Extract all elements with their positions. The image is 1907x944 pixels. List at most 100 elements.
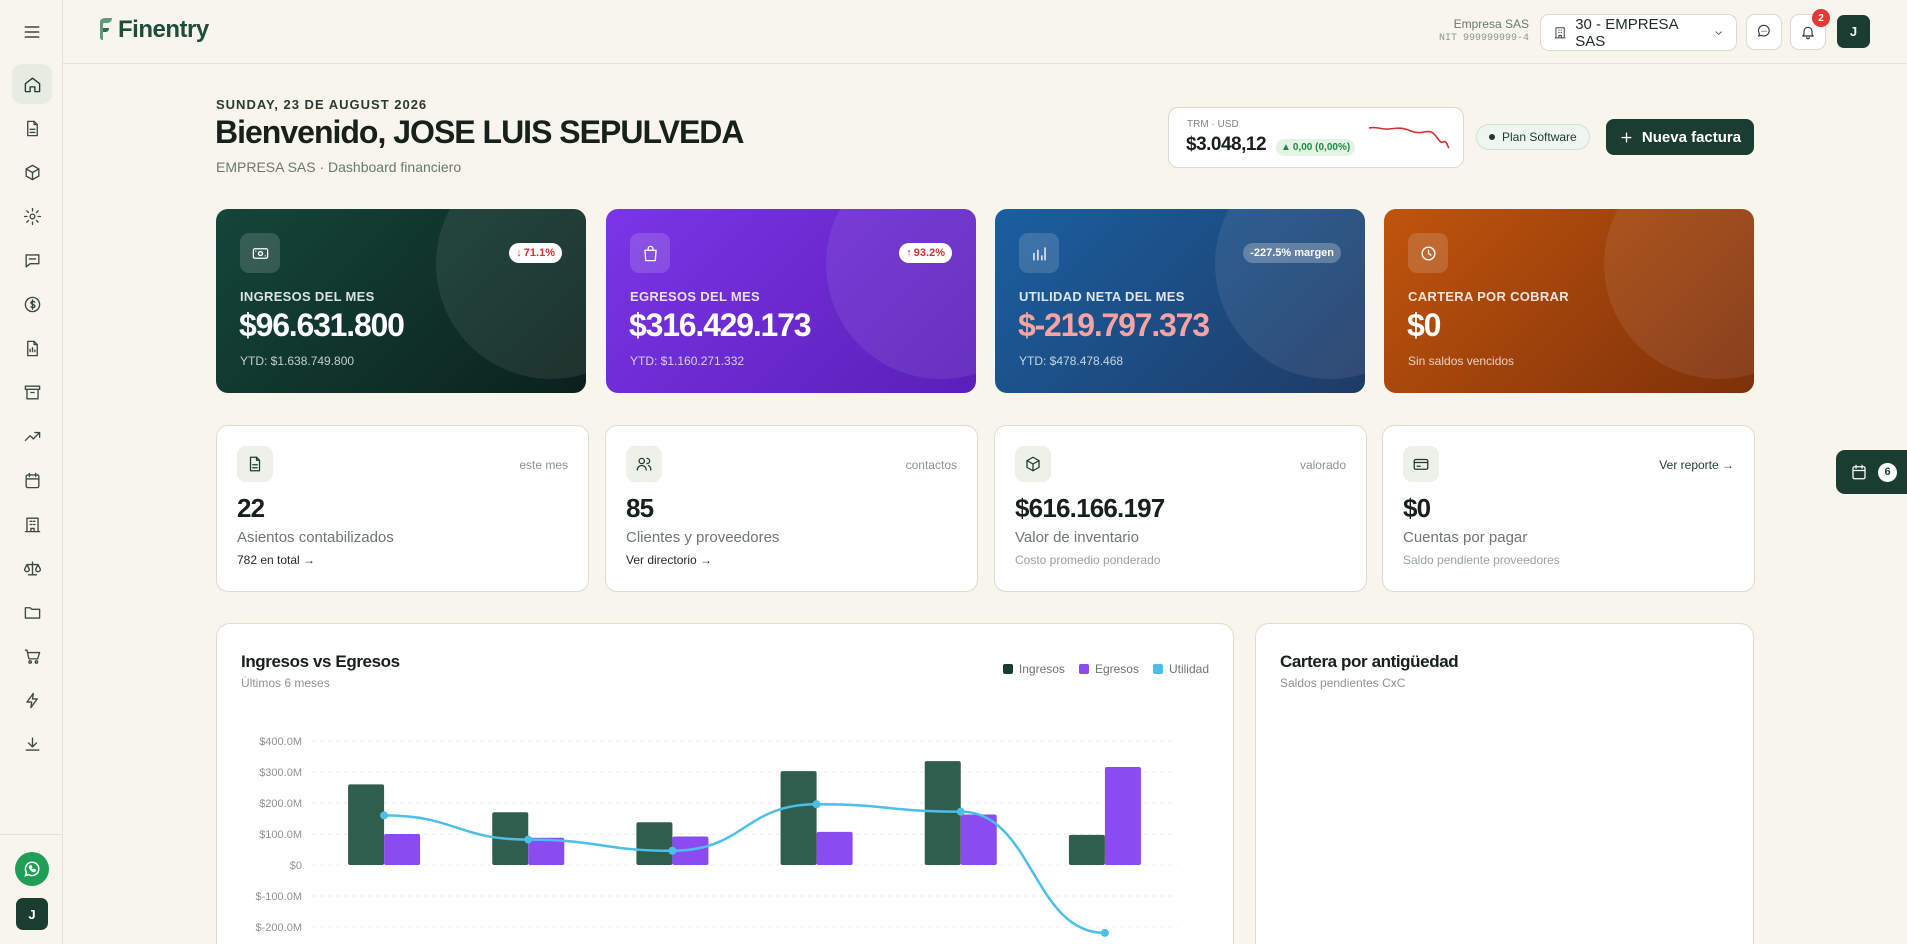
menu-icon[interactable] bbox=[12, 12, 52, 52]
stat-icon-wrap bbox=[1403, 446, 1439, 482]
stat-tag: este mes bbox=[519, 458, 568, 472]
bar-egresos bbox=[384, 834, 421, 865]
calendar-floating-tab[interactable]: 6 bbox=[1836, 450, 1907, 494]
kpi-label: CARTERA POR COBRAR bbox=[1408, 289, 1569, 304]
report-icon bbox=[26, 340, 38, 356]
view-report-link[interactable]: Ver reporte → bbox=[1659, 458, 1734, 472]
sidebar-item-home[interactable] bbox=[12, 64, 52, 104]
kpi-card-net-profit[interactable]: -227.5% margen UTILIDAD NETA DEL MES $-2… bbox=[995, 209, 1365, 393]
kpi-value: $-219.797.373 bbox=[1018, 307, 1210, 343]
company-name: Empresa SAS bbox=[1453, 17, 1529, 31]
kpi-icon-wrap bbox=[240, 233, 280, 273]
trm-label: TRM · USD bbox=[1187, 119, 1239, 130]
decorative-circle bbox=[1604, 209, 1754, 379]
status-dot bbox=[1489, 134, 1495, 140]
decorative-circle bbox=[1215, 209, 1365, 379]
notifications-badge: 2 bbox=[1812, 9, 1830, 27]
sidebar-item-reports[interactable] bbox=[12, 328, 52, 368]
stat-number: 22 bbox=[237, 493, 265, 523]
user-avatar[interactable]: J bbox=[1837, 15, 1870, 48]
kpi-card-receivables[interactable]: CARTERA POR COBRAR $0 Sin saldos vencido… bbox=[1384, 209, 1754, 393]
stat-card-inventory[interactable]: valorado $616.166.197 Valor de inventari… bbox=[994, 425, 1367, 592]
sidebar-item-files[interactable] bbox=[12, 592, 52, 632]
stat-card-entries[interactable]: este mes 22 Asientos contabilizados 782 … bbox=[216, 425, 589, 592]
stat-tag: valorado bbox=[1299, 458, 1346, 472]
kpi-label: EGRESOS DEL MES bbox=[630, 289, 760, 304]
panel-title: Cartera por antigüedad bbox=[1280, 652, 1459, 671]
sidebar-item-inventory[interactable] bbox=[12, 152, 52, 192]
kpi-badge-text: 93.2% bbox=[913, 247, 945, 259]
finentry-logo-icon bbox=[100, 18, 112, 40]
sidebar-item-download[interactable] bbox=[12, 724, 52, 764]
utilidad-point bbox=[668, 846, 677, 855]
gear-icon bbox=[23, 207, 41, 225]
company-select[interactable]: 30 - EMPRESA SAS bbox=[1540, 14, 1737, 51]
stat-description: Clientes y proveedores bbox=[626, 529, 780, 546]
sidebar-item-settings[interactable] bbox=[12, 196, 52, 236]
building-icon bbox=[1554, 27, 1566, 39]
plus-icon bbox=[1621, 131, 1632, 143]
app-name: Finentry bbox=[118, 16, 209, 43]
home-icon bbox=[24, 76, 40, 92]
kpi-card-income[interactable]: ↓ 71.1% INGRESOS DEL MES $96.631.800 YTD… bbox=[216, 209, 586, 393]
pending-count-badge: 6 bbox=[1878, 462, 1897, 482]
kpi-card-expenses[interactable]: ↑ 93.2% EGRESOS DEL MES $316.429.173 YTD… bbox=[606, 209, 976, 393]
kpi-badge-text: 71.1% bbox=[523, 247, 555, 259]
sidebar-item-shop[interactable] bbox=[12, 636, 52, 676]
sidebar-item-company[interactable] bbox=[12, 504, 52, 544]
plan-label: Plan Software bbox=[1502, 130, 1577, 144]
notifications-button[interactable]: 2 bbox=[1790, 9, 1830, 50]
sidebar-item-payments[interactable] bbox=[12, 284, 52, 324]
bar-ingresos bbox=[924, 761, 961, 865]
kpi-trend-badge: ↑ 93.2% bbox=[899, 243, 952, 263]
decorative-circle bbox=[436, 209, 586, 379]
whatsapp-button[interactable] bbox=[15, 852, 49, 886]
sidebar-item-trends[interactable] bbox=[12, 416, 52, 456]
directory-link[interactable]: Ver directorio → bbox=[626, 553, 712, 567]
building-icon bbox=[24, 516, 40, 532]
stat-icon-wrap bbox=[626, 446, 662, 482]
receivables-aging-panel: Cartera por antigüedad Saldos pendientes… bbox=[1255, 623, 1754, 944]
credit-card-icon bbox=[1413, 458, 1429, 470]
box-icon bbox=[24, 164, 40, 180]
trm-sparkline bbox=[1368, 126, 1450, 149]
trending-up-icon bbox=[24, 431, 40, 441]
sidebar-item-documents[interactable] bbox=[12, 108, 52, 148]
sidebar-item-messages[interactable] bbox=[12, 240, 52, 280]
bar-egresos bbox=[528, 837, 565, 865]
new-invoice-button[interactable]: Nueva factura bbox=[1606, 119, 1754, 155]
bar-ingresos bbox=[348, 784, 385, 865]
stat-card-contacts[interactable]: contactos 85 Clientes y proveedores Ver … bbox=[605, 425, 978, 592]
sidebar-item-archive[interactable] bbox=[12, 372, 52, 412]
sidebar-item-calendar[interactable] bbox=[12, 460, 52, 500]
bar-chart-icon bbox=[1032, 246, 1046, 261]
folder-icon bbox=[24, 606, 40, 619]
sidebar-item-automation[interactable] bbox=[12, 680, 52, 720]
kpi-value: $0 bbox=[1407, 307, 1441, 343]
plan-badge[interactable]: Plan Software bbox=[1476, 124, 1590, 150]
chat-icon bbox=[24, 253, 40, 268]
income-vs-expenses-panel: Ingresos vs Egresos Últimos 6 meses Ingr… bbox=[216, 623, 1234, 944]
calendar-icon bbox=[24, 472, 40, 488]
kpi-icon-wrap bbox=[1019, 233, 1059, 273]
arrow-down-icon: ↓ bbox=[516, 247, 522, 259]
trm-widget[interactable]: TRM · USD $3.048,12 ▲ 0,00 (0,00%) bbox=[1168, 107, 1464, 168]
company-info: Empresa SAS NIT 999999999-4 bbox=[1439, 17, 1529, 44]
stat-card-payables[interactable]: Ver reporte → $0 Cuentas por pagar Saldo… bbox=[1382, 425, 1755, 592]
utilidad-point bbox=[956, 807, 965, 816]
decorative-circle bbox=[826, 209, 976, 379]
new-invoice-label: Nueva factura bbox=[1641, 128, 1742, 146]
stat-number: 85 bbox=[626, 493, 654, 523]
app-logo[interactable]: Finentry bbox=[96, 16, 209, 44]
stat-total-link[interactable]: 782 en total → bbox=[237, 553, 315, 567]
sidebar-avatar[interactable]: J bbox=[16, 898, 48, 930]
messages-button[interactable] bbox=[1746, 14, 1782, 50]
box-icon bbox=[1026, 456, 1040, 472]
dollar-icon bbox=[24, 296, 40, 312]
utilidad-point bbox=[812, 800, 821, 809]
stat-description: Valor de inventario bbox=[1015, 529, 1139, 546]
sidebar-item-legal[interactable] bbox=[12, 548, 52, 588]
chevron-down-icon bbox=[1715, 30, 1722, 35]
bar-egresos bbox=[816, 831, 853, 865]
stat-icon-wrap bbox=[237, 446, 273, 482]
